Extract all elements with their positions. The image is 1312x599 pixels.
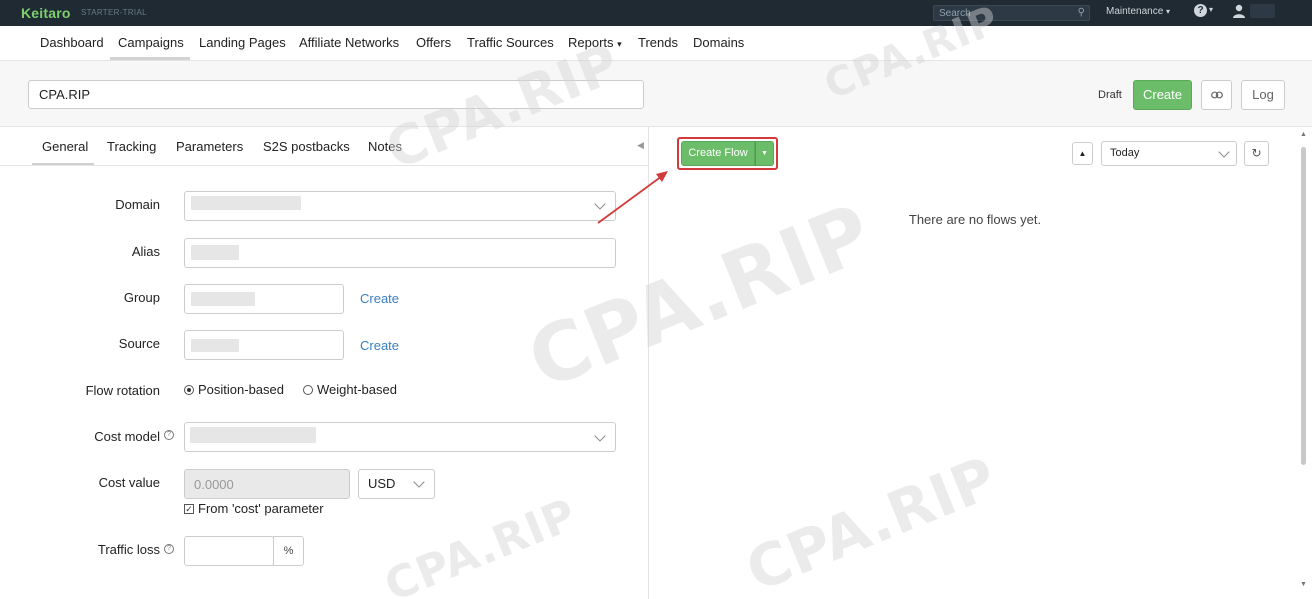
- currency-value: USD: [368, 476, 396, 491]
- redacted-value: [191, 196, 301, 210]
- scroll-down-icon[interactable]: ▼: [1300, 581, 1307, 588]
- refresh-button[interactable]: ↻: [1244, 141, 1269, 166]
- maintenance-menu[interactable]: Maintenance ▾: [1106, 6, 1170, 17]
- link-button[interactable]: [1201, 80, 1232, 110]
- tab-active-indicator: [32, 163, 94, 165]
- chevron-down-icon: ▼: [761, 150, 768, 157]
- create-group-link[interactable]: Create: [360, 291, 399, 306]
- group-select[interactable]: [184, 284, 344, 314]
- user-icon[interactable]: [1232, 3, 1246, 19]
- traffic-loss-input[interactable]: [184, 536, 274, 566]
- traffic-loss-label: Traffic loss: [97, 542, 160, 557]
- user-name[interactable]: [1250, 4, 1275, 18]
- source-select[interactable]: [184, 330, 344, 360]
- period-select[interactable]: Today: [1101, 141, 1237, 166]
- flows-panel: Create Flow ▼ ▲ Today ↻ There are no flo…: [650, 127, 1312, 599]
- nav-landing-pages[interactable]: Landing Pages: [199, 35, 286, 50]
- cost-value-label: Cost value: [98, 475, 160, 490]
- redacted-value: [190, 427, 316, 443]
- domain-label: Domain: [115, 197, 160, 212]
- create-source-link[interactable]: Create: [360, 338, 399, 353]
- info-icon[interactable]: ?: [164, 430, 174, 440]
- nav-trends[interactable]: Trends: [638, 35, 678, 50]
- chevron-down-icon: [413, 476, 425, 488]
- nav-reports-label: Reports: [568, 35, 614, 50]
- period-value: Today: [1110, 147, 1140, 159]
- nav-dashboard[interactable]: Dashboard: [40, 35, 104, 50]
- tab-parameters[interactable]: Parameters: [176, 139, 243, 154]
- nav-active-indicator: [110, 57, 190, 60]
- nav-campaigns[interactable]: Campaigns: [118, 35, 184, 50]
- main-nav: Dashboard Campaigns Landing Pages Affili…: [0, 26, 1312, 61]
- chevron-down-icon: ▾: [617, 39, 622, 49]
- tab-notes[interactable]: Notes: [368, 139, 402, 154]
- chevron-down-icon[interactable]: ▾: [1209, 5, 1213, 14]
- tab-general[interactable]: General: [42, 139, 88, 154]
- scrollbar-thumb[interactable]: [1301, 147, 1306, 465]
- link-icon: [1210, 91, 1223, 99]
- domain-select[interactable]: [184, 191, 616, 221]
- from-cost-label[interactable]: From 'cost' parameter: [198, 501, 324, 516]
- chevron-down-icon: ▾: [1166, 7, 1171, 16]
- sort-toggle-button[interactable]: ▲: [1072, 142, 1093, 165]
- refresh-icon: ↻: [1251, 146, 1262, 160]
- percent-addon: %: [273, 536, 304, 566]
- tab-s2s-postbacks[interactable]: S2S postbacks: [263, 139, 350, 154]
- nav-domains[interactable]: Domains: [693, 35, 744, 50]
- campaign-name-input[interactable]: CPA.RIP: [28, 80, 644, 109]
- source-label: Source: [118, 336, 160, 351]
- nav-reports[interactable]: Reports ▾: [568, 35, 622, 50]
- search-placeholder: Search: [939, 8, 971, 19]
- from-cost-checkbox[interactable]: ✓: [184, 504, 194, 514]
- weight-based-radio[interactable]: [303, 385, 313, 395]
- help-icon[interactable]: ?: [1194, 4, 1207, 17]
- cost-model-select[interactable]: [184, 422, 616, 452]
- search-input[interactable]: Search ⚲: [933, 5, 1090, 21]
- chevron-down-icon: [594, 430, 606, 442]
- alias-input[interactable]: [184, 238, 616, 268]
- redacted-value: [191, 245, 239, 260]
- flow-rotation-label: Flow rotation: [85, 383, 160, 398]
- cost-model-label: Cost model: [94, 429, 160, 444]
- maintenance-label: Maintenance: [1106, 6, 1164, 17]
- campaign-header: CPA.RIP Draft Create Log: [0, 61, 1312, 127]
- nav-traffic-sources[interactable]: Traffic Sources: [467, 35, 554, 50]
- plan-label: STARTER-TRIAL: [81, 8, 147, 17]
- campaign-settings-panel: General Tracking Parameters S2S postback…: [0, 127, 649, 599]
- create-flow-dropdown[interactable]: ▼: [755, 141, 774, 166]
- info-icon[interactable]: ?: [164, 544, 174, 554]
- top-bar: Keitaro STARTER-TRIAL Search ⚲ Maintenan…: [0, 0, 1312, 26]
- create-button[interactable]: Create: [1133, 80, 1192, 110]
- cost-value-input[interactable]: 0.0000: [184, 469, 350, 499]
- empty-flows-message: There are no flows yet.: [908, 212, 1042, 227]
- redacted-value: [191, 339, 239, 352]
- currency-select[interactable]: USD: [358, 469, 435, 499]
- search-icon[interactable]: ⚲: [1078, 7, 1085, 18]
- group-label: Group: [123, 290, 160, 305]
- weight-based-label[interactable]: Weight-based: [317, 382, 397, 397]
- brand-logo[interactable]: Keitaro: [21, 5, 71, 21]
- collapse-panel-icon[interactable]: ◀: [637, 140, 644, 151]
- redacted-value: [191, 292, 255, 306]
- position-based-radio[interactable]: [184, 385, 194, 395]
- log-button[interactable]: Log: [1241, 80, 1285, 110]
- create-flow-button[interactable]: Create Flow: [681, 141, 755, 166]
- scroll-up-icon[interactable]: ▲: [1300, 131, 1307, 138]
- settings-tabs: General Tracking Parameters S2S postback…: [0, 127, 649, 166]
- chevron-down-icon: [1218, 146, 1230, 158]
- tab-tracking[interactable]: Tracking: [107, 139, 156, 154]
- caret-up-icon: ▲: [1078, 149, 1087, 158]
- alias-label: Alias: [131, 244, 160, 259]
- status-badge: Draft: [1098, 89, 1122, 101]
- position-based-label[interactable]: Position-based: [198, 382, 284, 397]
- annotation-arrow: [597, 171, 668, 224]
- nav-offers[interactable]: Offers: [416, 35, 451, 50]
- nav-affiliate-networks[interactable]: Affiliate Networks: [299, 35, 399, 50]
